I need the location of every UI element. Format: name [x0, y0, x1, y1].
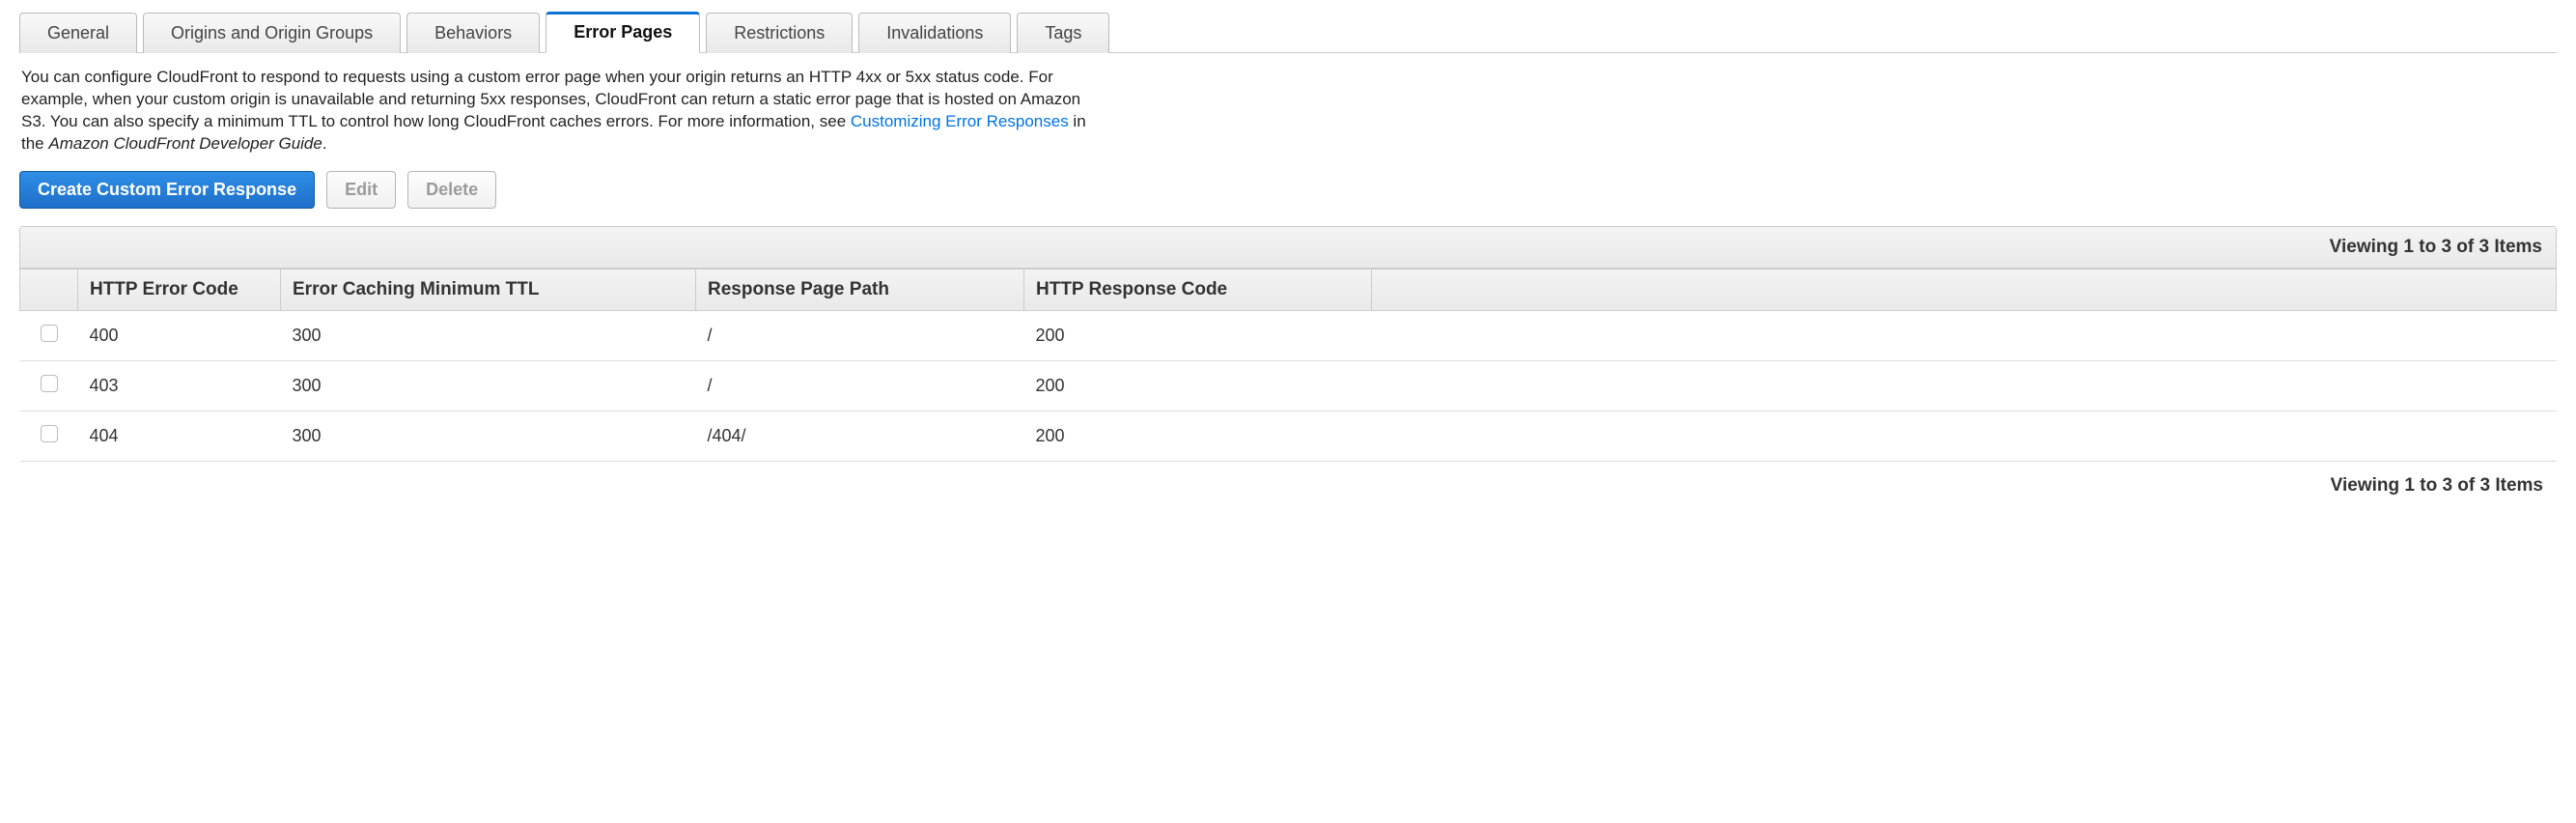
action-bar: Create Custom Error Response Edit Delete	[19, 171, 2557, 209]
tab-behaviors[interactable]: Behaviors	[406, 13, 540, 53]
error-pages-table: HTTP Error Code Error Caching Minimum TT…	[19, 269, 2557, 462]
tab-error-pages[interactable]: Error Pages	[546, 12, 700, 53]
cell-http-error: 403	[78, 360, 281, 411]
col-http-error[interactable]: HTTP Error Code	[78, 269, 281, 310]
cell-ttl: 300	[281, 360, 696, 411]
cell-response-code: 200	[1024, 411, 1372, 461]
table-row[interactable]: 403 300 / 200	[20, 360, 2557, 411]
cell-ttl: 300	[281, 411, 696, 461]
table-row[interactable]: 400 300 / 200	[20, 310, 2557, 360]
desc-part3: .	[322, 134, 327, 153]
description-text: You can configure CloudFront to respond …	[21, 67, 1103, 156]
cell-response-code: 200	[1024, 360, 1372, 411]
tab-origins[interactable]: Origins and Origin Groups	[143, 13, 401, 53]
row-checkbox[interactable]	[41, 425, 58, 442]
viewing-bar-top: Viewing 1 to 3 of 3 Items	[19, 226, 2557, 269]
cell-path: /	[696, 360, 1024, 411]
tab-tags[interactable]: Tags	[1017, 13, 1109, 53]
cell-response-code: 200	[1024, 310, 1372, 360]
col-spacer	[1372, 269, 2557, 310]
edit-button[interactable]: Edit	[326, 171, 396, 209]
cell-path: /404/	[696, 411, 1024, 461]
cell-http-error: 400	[78, 310, 281, 360]
col-response-code[interactable]: HTTP Response Code	[1024, 269, 1372, 310]
tab-restrictions[interactable]: Restrictions	[706, 13, 853, 53]
cell-path: /	[696, 310, 1024, 360]
col-path[interactable]: Response Page Path	[696, 269, 1024, 310]
table-row[interactable]: 404 300 /404/ 200	[20, 411, 2557, 461]
row-checkbox[interactable]	[41, 325, 58, 342]
col-ttl[interactable]: Error Caching Minimum TTL	[281, 269, 696, 310]
col-checkbox	[20, 269, 78, 310]
tab-invalidations[interactable]: Invalidations	[858, 13, 1011, 53]
viewing-bar-bottom: Viewing 1 to 3 of 3 Items	[19, 462, 2557, 497]
desc-italic: Amazon CloudFront Developer Guide	[48, 134, 322, 153]
customizing-error-responses-link[interactable]: Customizing Error Responses	[851, 112, 1069, 130]
cell-ttl: 300	[281, 310, 696, 360]
row-checkbox[interactable]	[41, 375, 58, 392]
cell-http-error: 404	[78, 411, 281, 461]
tab-row: General Origins and Origin Groups Behavi…	[19, 0, 2557, 53]
tab-general[interactable]: General	[19, 13, 137, 53]
create-custom-error-response-button[interactable]: Create Custom Error Response	[19, 171, 315, 209]
delete-button[interactable]: Delete	[407, 171, 496, 209]
